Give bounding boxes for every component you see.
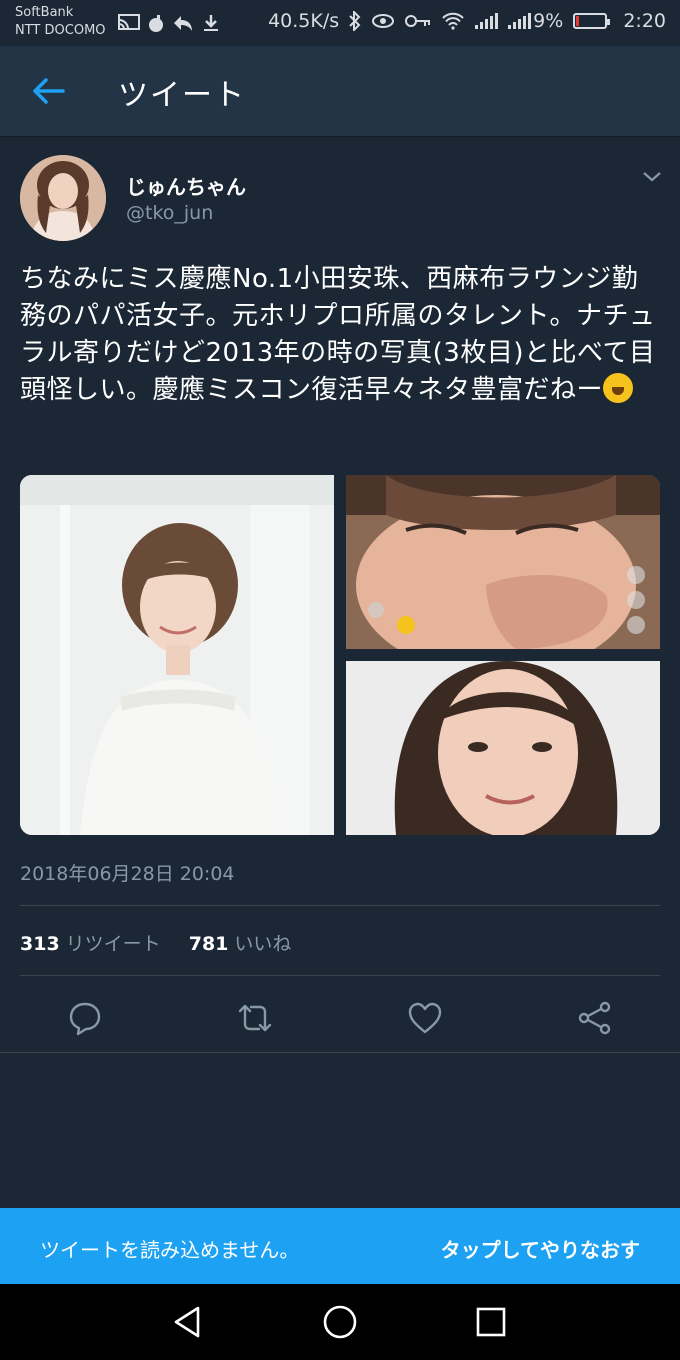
heart-icon[interactable]	[405, 998, 445, 1038]
display-name[interactable]: じゅんちゃん	[126, 171, 246, 200]
chevron-down-icon[interactable]	[640, 169, 664, 185]
retweet-count[interactable]: 313	[20, 933, 60, 955]
tweet-body: ちなみにミス慶應No.1小田安珠、西麻布ラウンジ勤務のパパ活女子。元ホリプロ所属…	[20, 264, 656, 405]
photo-laughing-woman	[346, 475, 660, 649]
bluetooth-icon	[349, 11, 361, 31]
signal-icon-2	[508, 13, 532, 29]
back-triangle-icon[interactable]	[168, 1302, 208, 1342]
divider	[0, 1052, 680, 1053]
system-nav-bar	[0, 1284, 680, 1360]
share-icon[interactable]	[575, 998, 615, 1038]
divider	[20, 975, 660, 976]
retry-button[interactable]: タップしてやりなおす	[441, 1234, 640, 1263]
tweet-stats: 313 リツイート 781 いいね	[20, 929, 291, 956]
page-title: ツイート	[118, 78, 246, 113]
user-handle[interactable]: @tko_jun	[126, 202, 213, 224]
notification-icons	[118, 12, 220, 34]
download-icon	[204, 15, 218, 31]
reply-bubble-icon[interactable]	[65, 998, 105, 1038]
eye-icon	[372, 14, 395, 28]
network-speed: 40.5K/s	[268, 10, 340, 32]
app-bar: ツイート	[0, 46, 680, 137]
battery-fill	[576, 16, 580, 26]
cast-icon	[118, 14, 140, 30]
back-arrow-icon[interactable]	[30, 76, 66, 106]
like-count[interactable]: 781	[189, 933, 229, 955]
key-icon	[405, 15, 431, 27]
bomb-icon	[149, 15, 163, 32]
photo-smiling-woman	[346, 661, 660, 835]
avatar[interactable]	[20, 155, 106, 241]
retweet-icon[interactable]	[235, 998, 275, 1038]
wifi-icon	[442, 12, 464, 30]
home-circle-icon[interactable]	[320, 1302, 360, 1342]
tweet-timestamp: 2018年06月28日 20:04	[20, 863, 235, 885]
clock: 2:20	[623, 10, 666, 32]
tweet-actions	[0, 992, 680, 1052]
divider	[20, 905, 660, 906]
battery-icon	[573, 13, 611, 29]
status-bar: SoftBank NTT DOCOMO 40.5K/s 9% 2:20	[0, 0, 680, 46]
laughing-emoji-icon	[603, 373, 634, 403]
recents-square-icon[interactable]	[471, 1302, 511, 1342]
tweet-text: ちなみにミス慶應No.1小田安珠、西麻布ラウンジ勤務のパパ活女子。元ホリプロ所属…	[20, 261, 660, 409]
error-snackbar: ツイートを読み込めません。 タップしてやりなおす	[0, 1208, 680, 1284]
carrier-2: NTT DOCOMO	[15, 23, 106, 38]
battery-percent: 9%	[533, 10, 564, 32]
avatar-image	[20, 155, 106, 241]
signal-icon	[475, 13, 499, 29]
media-grid	[20, 475, 660, 835]
carrier-label: SoftBank NTT DOCOMO	[15, 4, 106, 40]
tweet-photo-3[interactable]	[346, 661, 660, 835]
snackbar-message: ツイートを読み込めません。	[40, 1238, 300, 1262]
like-label[interactable]: いいね	[234, 933, 291, 955]
photo-woman-white-dress	[20, 475, 334, 835]
reply-icon	[174, 16, 192, 31]
tweet-photo-2[interactable]	[346, 475, 660, 649]
status-right: 40.5K/s 9% 2:20	[268, 10, 666, 32]
retweet-label[interactable]: リツイート	[66, 933, 161, 955]
tweet-photo-1[interactable]	[20, 475, 334, 835]
carrier-1: SoftBank	[15, 5, 74, 20]
